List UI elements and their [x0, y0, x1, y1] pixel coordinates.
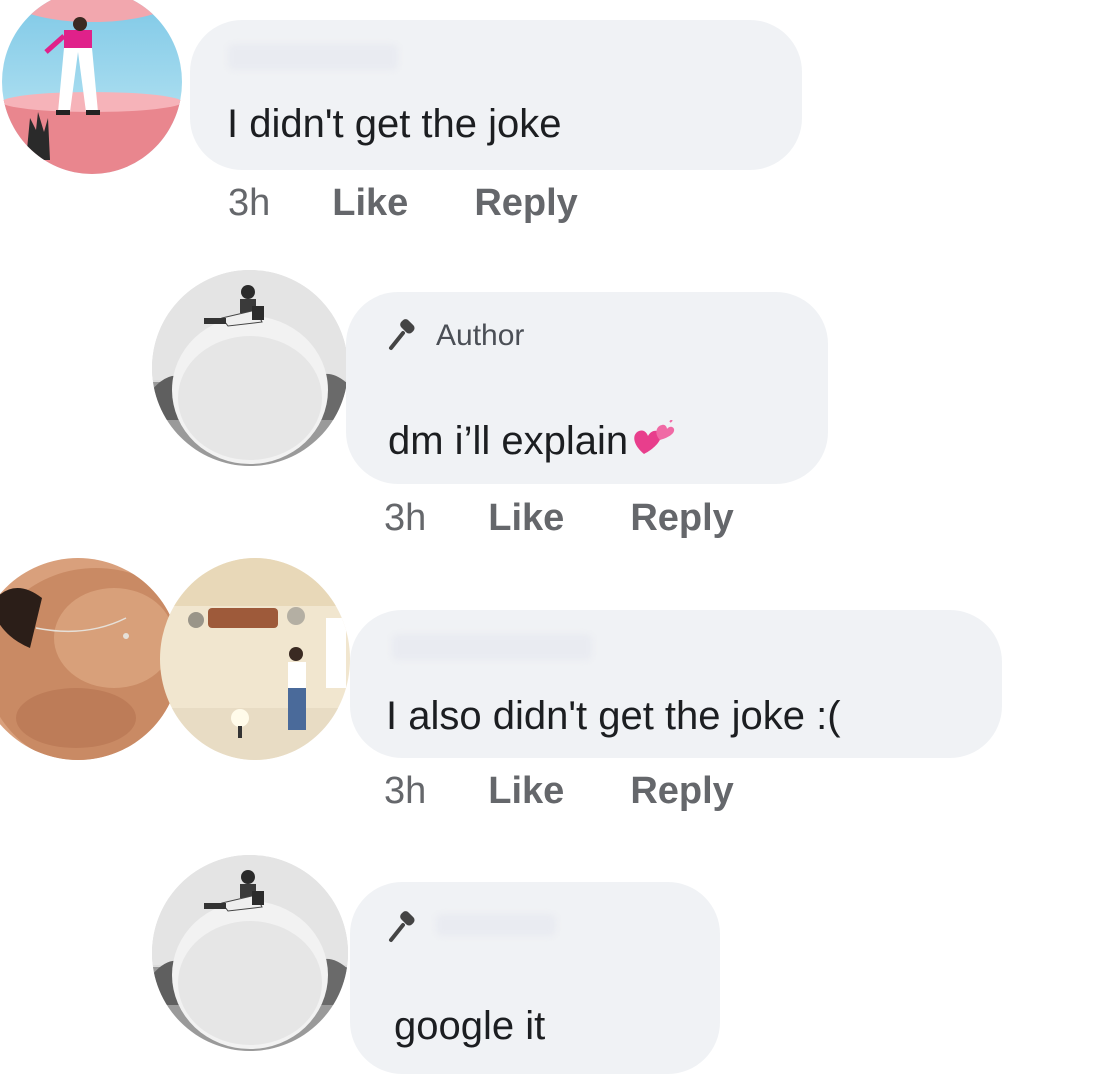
reply-button[interactable]: Reply [630, 771, 733, 811]
comment-actions: 3h Like Reply [228, 183, 644, 223]
author-name-blur [228, 44, 398, 70]
comment-timestamp: 3h [228, 182, 271, 224]
author-name-blur [392, 634, 592, 660]
comment-text: dm i’ll explain [388, 420, 676, 461]
commenter-avatar[interactable] [2, 0, 182, 174]
avatar-photo [152, 855, 348, 1051]
comment-actions: 3h Like Reply [384, 498, 800, 538]
comment-text: I didn't get the joke [227, 102, 562, 146]
like-button[interactable]: Like [488, 771, 564, 811]
heart-icon [634, 420, 675, 454]
comment-bubble: Author dm i’ll explain [346, 292, 828, 484]
comment-text: google it [394, 1004, 546, 1048]
comment-text: I also didn't get the joke :( [386, 694, 841, 738]
comment-bubble: google it [350, 882, 720, 1074]
author-badge: Author [386, 318, 524, 354]
author-badge-label: Author [436, 319, 525, 352]
author-avatar[interactable] [152, 855, 348, 1051]
author-badge [386, 910, 422, 946]
like-button[interactable]: Like [332, 183, 408, 223]
avatar-photo [160, 558, 350, 760]
author-name-blur [436, 914, 556, 936]
microphone-icon [389, 319, 415, 350]
avatar-photo [2, 0, 182, 174]
reply-button[interactable]: Reply [630, 498, 733, 538]
comment-text-body: dm i’ll explain [388, 419, 629, 463]
profile-picture-secondary [0, 558, 180, 760]
comment-bubble: I didn't get the joke [190, 20, 802, 170]
author-avatar[interactable] [152, 270, 348, 466]
avatar-photo [0, 558, 180, 760]
commenter-avatar[interactable] [160, 558, 350, 760]
comment-bubble: I also didn't get the joke :( [350, 610, 1002, 758]
microphone-icon [389, 911, 415, 942]
comment-actions: 3h Like Reply [384, 771, 800, 811]
like-button[interactable]: Like [488, 498, 564, 538]
avatar-photo [152, 270, 348, 466]
comment-timestamp: 3h [384, 770, 427, 812]
reply-button[interactable]: Reply [474, 183, 577, 223]
comment-timestamp: 3h [384, 497, 427, 539]
